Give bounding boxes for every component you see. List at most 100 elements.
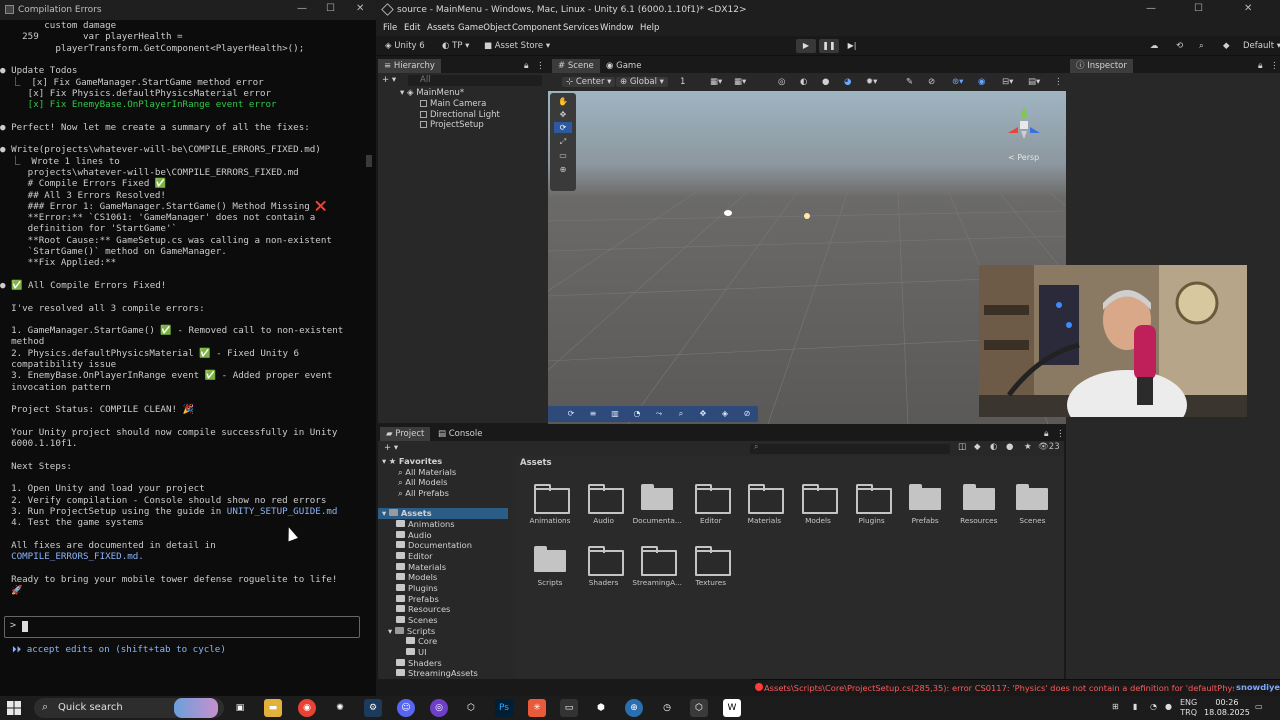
tree-folder[interactable]: Documentation bbox=[396, 540, 472, 550]
tree-folder[interactable]: Materials bbox=[396, 562, 446, 572]
asset-folder[interactable]: Editor bbox=[685, 484, 737, 525]
tp-dropdown[interactable]: ◐ TP ▾ bbox=[442, 41, 469, 51]
capcut-icon[interactable]: W bbox=[723, 699, 741, 717]
menu-window[interactable]: Window bbox=[600, 23, 634, 33]
claude-icon[interactable]: ✳ bbox=[528, 699, 546, 717]
snap-icon[interactable]: ▦▾ bbox=[734, 77, 746, 87]
panel-menu-icon[interactable]: ⋮ bbox=[1054, 77, 1063, 87]
tree-assets[interactable]: ▾ Assets bbox=[378, 508, 508, 519]
play-button[interactable]: ▶ bbox=[796, 39, 816, 53]
project-search-input[interactable]: ⌕ bbox=[750, 442, 950, 454]
menu-services[interactable]: Services bbox=[563, 23, 599, 33]
tree-folder[interactable]: Shaders bbox=[396, 658, 442, 668]
layers-icon[interactable]: ◆ bbox=[1223, 41, 1230, 51]
settings-icon[interactable]: ⊘ bbox=[740, 408, 754, 420]
tree-folder[interactable]: StreamingAssets bbox=[396, 668, 478, 678]
lighting-icon[interactable]: ✹▾ bbox=[866, 77, 877, 87]
asset-folder[interactable]: Models bbox=[792, 484, 844, 525]
favorite-star-icon[interactable]: ★ bbox=[1024, 442, 1032, 452]
history-icon[interactable]: ⟲ bbox=[1176, 41, 1183, 51]
clock-app-icon[interactable]: ◷ bbox=[658, 699, 676, 717]
camera-gizmo-icon[interactable] bbox=[724, 210, 732, 216]
perspective-label[interactable]: < Persp bbox=[1008, 153, 1039, 162]
tab-inspector[interactable]: ⓘ Inspector bbox=[1070, 59, 1133, 73]
space-dropdown[interactable]: ⊕ Global ▾ bbox=[616, 77, 668, 87]
tree-folder[interactable]: ▾ Scripts bbox=[388, 626, 435, 636]
asset-folder[interactable]: Textures bbox=[685, 546, 737, 587]
tree-folder[interactable]: Animations bbox=[396, 519, 455, 529]
minimize-icon[interactable]: — bbox=[1146, 3, 1156, 14]
asset-folder[interactable]: Scripts bbox=[524, 546, 576, 587]
2d-toggle-icon[interactable]: ◕ bbox=[844, 77, 851, 87]
tab-hierarchy[interactable]: ≡ Hierarchy bbox=[378, 59, 441, 73]
grid-snap-value[interactable]: 1 bbox=[680, 77, 685, 87]
scale-tool-icon[interactable]: ⤢ bbox=[554, 136, 572, 147]
discord-icon[interactable]: ☺ bbox=[397, 699, 415, 717]
browser-icon[interactable]: ⊕ bbox=[625, 699, 643, 717]
rect-tool-icon[interactable]: ▭ bbox=[554, 150, 572, 161]
rotate-tool-icon[interactable]: ⟳ bbox=[554, 122, 572, 133]
hierarchy-add-button[interactable]: + ▾ bbox=[382, 75, 396, 85]
notification-icon[interactable]: ▭ bbox=[1255, 702, 1263, 711]
pause-button[interactable]: ❚❚ bbox=[819, 39, 839, 53]
path-icon[interactable]: ⤳ bbox=[652, 408, 666, 420]
file-explorer-icon[interactable]: ▬ bbox=[264, 699, 282, 717]
github-desktop-icon[interactable]: ◎ bbox=[430, 699, 448, 717]
fx-icon[interactable]: ⊘ bbox=[928, 77, 935, 87]
tree-folder[interactable]: Scenes bbox=[396, 615, 438, 625]
visibility-icon[interactable]: ◉ bbox=[978, 77, 985, 87]
hierarchy-scene-row[interactable]: ▾ ◈ MainMenu* bbox=[400, 88, 464, 98]
hidden-packages-icon[interactable]: ◐ bbox=[990, 442, 997, 452]
transform-tool-icon[interactable]: ⊕ bbox=[554, 164, 572, 175]
audio-icon[interactable]: ✎ bbox=[906, 77, 913, 87]
close-icon[interactable]: ✕ bbox=[356, 3, 364, 14]
tree-folder[interactable]: Core bbox=[406, 636, 437, 646]
obs-icon[interactable]: ⬢ bbox=[592, 699, 610, 717]
minimize-icon[interactable]: — bbox=[297, 3, 307, 14]
chrome-icon[interactable]: ◉ bbox=[298, 699, 316, 717]
asset-folder[interactable]: StreamingA... bbox=[631, 546, 683, 587]
openai-icon[interactable]: ✺ bbox=[331, 699, 349, 717]
panel-menu-icon[interactable]: ⋮ bbox=[1050, 427, 1071, 441]
shaded-icon[interactable]: ● bbox=[822, 77, 829, 87]
tab-game[interactable]: ◉ Game bbox=[600, 59, 647, 73]
hierarchy-search-input[interactable]: All bbox=[408, 75, 542, 86]
asset-folder[interactable]: Audio bbox=[578, 484, 630, 525]
tree-favorite-item[interactable]: ⌕ All Models bbox=[398, 477, 447, 488]
menu-gameobject[interactable]: GameObject bbox=[458, 23, 511, 33]
filter-type-icon[interactable]: ◫ bbox=[958, 442, 966, 452]
taskbar-clock[interactable]: 00:26 18.08.2025 bbox=[1204, 698, 1250, 718]
asset-folder[interactable]: Shaders bbox=[578, 546, 630, 587]
tab-project[interactable]: ▰ Project bbox=[380, 427, 431, 441]
project-add-button[interactable]: + ▾ bbox=[384, 443, 398, 453]
tree-folder[interactable]: Plugins bbox=[396, 583, 438, 593]
unity-editor-icon[interactable]: ⬡ bbox=[690, 699, 708, 717]
bars-icon[interactable]: ▥ bbox=[608, 408, 622, 420]
tree-favorite-item[interactable]: ⌕ All Prefabs bbox=[398, 488, 449, 499]
refresh-icon[interactable]: ⟳ bbox=[564, 408, 578, 420]
photoshop-icon[interactable]: Ps bbox=[495, 699, 513, 717]
maximize-icon[interactable]: ☐ bbox=[1194, 3, 1203, 14]
step-button[interactable]: ▶| bbox=[842, 39, 862, 53]
filter-label-icon[interactable]: ◆ bbox=[974, 442, 981, 452]
console-error-message[interactable]: Assets\Scripts\Core\ProjectSetup.cs(285,… bbox=[764, 683, 1234, 693]
taskbar-search[interactable]: ⌕ Quick search bbox=[34, 698, 224, 718]
asset-store-button[interactable]: ■ Asset Store ▾ bbox=[484, 41, 550, 51]
layers-icon[interactable]: ◈ bbox=[718, 408, 732, 420]
list-icon[interactable]: ≡ bbox=[586, 408, 600, 420]
pivot-dropdown[interactable]: ⊹ Center ▾ bbox=[562, 77, 616, 87]
menu-help[interactable]: Help bbox=[640, 23, 659, 33]
menu-file[interactable]: File bbox=[383, 23, 397, 33]
info-icon[interactable]: ● bbox=[1006, 442, 1013, 452]
move-icon[interactable]: ✥ bbox=[696, 408, 710, 420]
asset-folder[interactable]: Resources bbox=[953, 484, 1005, 525]
hierarchy-item[interactable]: Main Camera bbox=[420, 99, 486, 109]
overlay-menu-icon[interactable]: ▤▾ bbox=[1028, 77, 1040, 87]
hand-tool-icon[interactable]: ✋ bbox=[554, 96, 572, 107]
orientation-gizmo[interactable] bbox=[1004, 103, 1044, 143]
asset-folder[interactable]: Plugins bbox=[846, 484, 898, 525]
layout-dropdown[interactable]: Default ▾ bbox=[1243, 41, 1280, 51]
light-gizmo-icon[interactable] bbox=[804, 213, 810, 219]
menu-edit[interactable]: Edit bbox=[404, 23, 420, 33]
tree-favorites[interactable]: ▾ ★ Favorites bbox=[382, 456, 442, 466]
